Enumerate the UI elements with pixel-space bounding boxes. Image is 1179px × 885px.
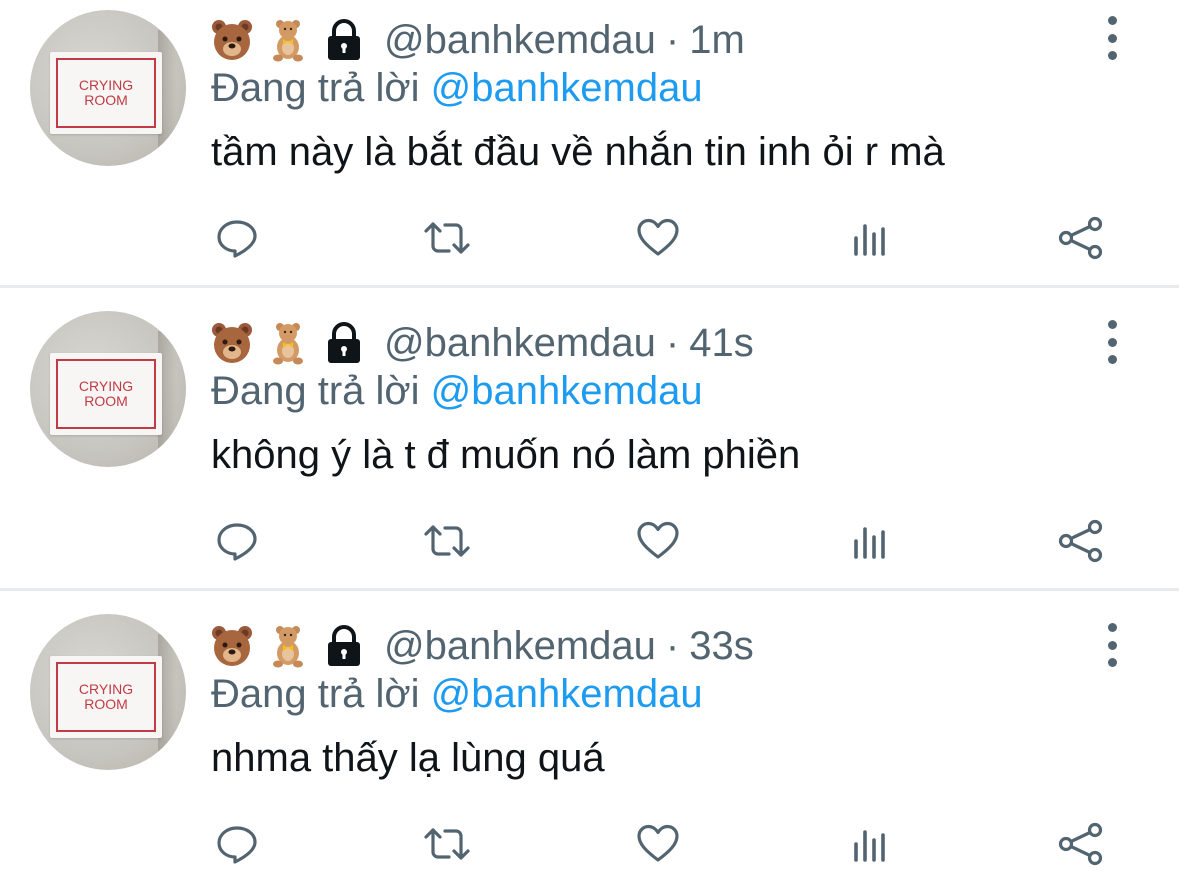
like-icon xyxy=(637,218,679,256)
tweet-header: @banhkemdau · 41s xyxy=(210,317,754,369)
share-icon xyxy=(1058,519,1103,563)
author-handle[interactable]: @banhkemdau xyxy=(384,624,656,669)
reply-icon xyxy=(217,826,257,864)
reply-icon xyxy=(217,523,257,561)
retweet-button[interactable] xyxy=(419,210,475,266)
like-icon xyxy=(637,824,679,862)
author-handle[interactable]: @banhkemdau xyxy=(384,18,656,63)
tweet-header: @banhkemdau · 1m xyxy=(210,14,745,66)
avatar-sign-line1: CRYING xyxy=(78,77,134,93)
tweet-text: không ý là t đ muốn nó làm phiền xyxy=(211,433,801,477)
avatar-sign-line1: CRYING xyxy=(78,378,134,394)
views-button[interactable] xyxy=(842,210,898,266)
share-button[interactable] xyxy=(1053,210,1109,266)
avatar[interactable]: CRYING ROOM xyxy=(30,614,186,770)
separator-dot: · xyxy=(665,17,680,62)
separator-dot: · xyxy=(665,320,680,365)
like-button[interactable] xyxy=(630,210,686,266)
reply-icon xyxy=(217,220,257,258)
replying-to-label: Đang trả lời xyxy=(211,369,420,413)
lock-icon xyxy=(322,321,366,365)
more-options-icon[interactable] xyxy=(1097,16,1127,60)
reply-button[interactable] xyxy=(209,210,265,266)
lock-icon xyxy=(322,18,366,62)
avatar[interactable]: CRYING ROOM xyxy=(30,10,186,166)
share-button[interactable] xyxy=(1053,816,1109,872)
views-icon xyxy=(854,527,885,559)
avatar-sign: CRYING ROOM xyxy=(50,52,162,134)
retweet-icon xyxy=(424,525,470,557)
replying-to-handle[interactable]: @banhkemdau xyxy=(431,66,703,110)
timestamp[interactable]: 33s xyxy=(689,624,754,669)
replying-to-handle[interactable]: @banhkemdau xyxy=(431,672,703,716)
timestamp[interactable]: 1m xyxy=(689,18,745,63)
tweet[interactable]: CRYING ROOM xyxy=(0,0,1179,288)
avatar[interactable]: CRYING ROOM xyxy=(30,311,186,467)
views-icon xyxy=(854,224,885,256)
teddy-bear-icon xyxy=(266,18,310,62)
retweet-button[interactable] xyxy=(419,816,475,872)
retweet-icon xyxy=(424,222,470,254)
like-button[interactable] xyxy=(630,816,686,872)
avatar-sign-line2: ROOM xyxy=(84,696,128,712)
teddy-bear-icon xyxy=(266,321,310,365)
tweet-text: tầm này là bắt đầu về nhắn tin inh ỏi r … xyxy=(211,130,945,174)
share-button[interactable] xyxy=(1053,513,1109,569)
lock-icon xyxy=(322,624,366,668)
replying-to-label: Đang trả lời xyxy=(211,66,420,110)
tweet-actions xyxy=(0,816,1179,872)
tweet[interactable]: CRYING ROOM xyxy=(0,591,1179,885)
tweet-actions xyxy=(0,210,1179,266)
bear-face-icon xyxy=(210,18,254,62)
like-button[interactable] xyxy=(630,513,686,569)
share-icon xyxy=(1058,822,1103,866)
avatar-sign-line2: ROOM xyxy=(84,393,128,409)
like-icon xyxy=(637,521,679,559)
retweet-icon xyxy=(424,828,470,860)
timestamp[interactable]: 41s xyxy=(689,321,754,366)
more-options-icon[interactable] xyxy=(1097,320,1127,364)
avatar-sign-line2: ROOM xyxy=(84,92,128,108)
teddy-bear-icon xyxy=(266,624,310,668)
avatar-sign: CRYING ROOM xyxy=(50,353,162,435)
reply-button[interactable] xyxy=(209,816,265,872)
tweet-actions xyxy=(0,513,1179,569)
avatar-sign-frame: CRYING ROOM xyxy=(56,359,156,429)
avatar-sign: CRYING ROOM xyxy=(50,656,162,738)
replying-to: Đang trả lời @banhkemdau xyxy=(211,369,703,414)
views-button[interactable] xyxy=(842,816,898,872)
replying-to-label: Đang trả lời xyxy=(211,672,420,716)
tweet-text: nhma thấy lạ lùng quá xyxy=(211,736,605,780)
bear-face-icon xyxy=(210,624,254,668)
author-handle[interactable]: @banhkemdau xyxy=(384,321,656,366)
replying-to-handle[interactable]: @banhkemdau xyxy=(431,369,703,413)
reply-button[interactable] xyxy=(209,513,265,569)
tweet[interactable]: CRYING ROOM xyxy=(0,288,1179,591)
replying-to: Đang trả lời @banhkemdau xyxy=(211,672,703,717)
avatar-sign-frame: CRYING ROOM xyxy=(56,662,156,732)
avatar-sign-line1: CRYING xyxy=(78,681,134,697)
views-button[interactable] xyxy=(842,513,898,569)
avatar-sign-frame: CRYING ROOM xyxy=(56,58,156,128)
more-options-icon[interactable] xyxy=(1097,623,1127,667)
views-icon xyxy=(854,830,885,862)
retweet-button[interactable] xyxy=(419,513,475,569)
separator-dot: · xyxy=(665,623,680,668)
bear-face-icon xyxy=(210,321,254,365)
share-icon xyxy=(1058,216,1103,260)
replying-to: Đang trả lời @banhkemdau xyxy=(211,66,703,111)
tweet-header: @banhkemdau · 33s xyxy=(210,620,754,672)
